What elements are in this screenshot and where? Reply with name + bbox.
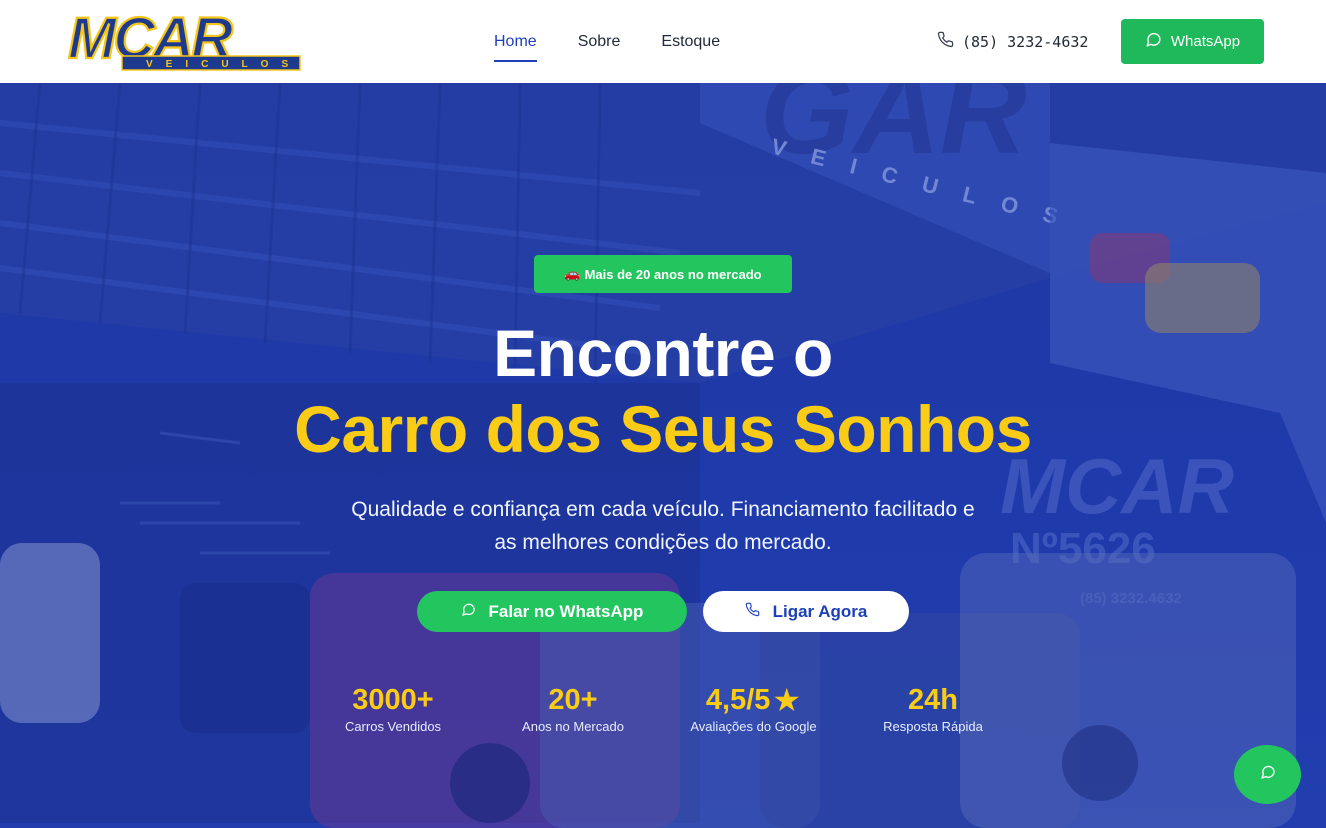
stat-label: Carros Vendidos (344, 719, 442, 734)
stat-value-row: 4,5/5 ★ (676, 683, 831, 717)
site-header: MCAR VEICULOS Home Sobre Estoque (85) 32… (0, 0, 1326, 83)
hero-subtitle: Qualidade e confiança em cada veículo. F… (263, 493, 1063, 559)
hero-title-line1: Encontre o (493, 316, 833, 390)
header-whatsapp-button[interactable]: WhatsApp (1121, 19, 1264, 64)
nav-estoque[interactable]: Estoque (661, 0, 720, 83)
stat-google-rating: 4,5/5 ★ Avaliações do Google (676, 683, 831, 734)
chat-bubble-icon (1145, 31, 1162, 52)
hero-subtitle-line2: as melhores condições do mercado. (494, 531, 832, 554)
hero-subtitle-line1: Qualidade e confiança em cada veículo. F… (351, 498, 975, 521)
nav-sobre[interactable]: Sobre (578, 0, 621, 83)
call-now-button[interactable]: Ligar Agora (703, 591, 909, 632)
talk-whatsapp-button[interactable]: Falar no WhatsApp (417, 591, 687, 632)
header-phone[interactable]: (85) 3232-4632 (937, 0, 1088, 83)
chat-bubble-icon (461, 602, 476, 622)
experience-badge: 🚗 Mais de 20 anos no mercado (534, 255, 792, 293)
main-nav: Home Sobre Estoque (494, 0, 720, 83)
floating-whatsapp-button[interactable] (1234, 745, 1301, 804)
stat-value: 3000+ (352, 684, 434, 716)
hero-title-line2: Carro dos Seus Sonhos (294, 392, 1032, 466)
stat-cars-sold: 3000+ Carros Vendidos (330, 683, 456, 734)
chat-bubble-icon (1260, 764, 1276, 785)
mcar-logo[interactable]: MCAR VEICULOS (64, 5, 304, 74)
experience-badge-text: Mais de 20 anos no mercado (584, 266, 762, 282)
phone-icon (937, 31, 954, 52)
car-icon: 🚗 (564, 266, 581, 281)
stat-response-time: 24h Resposta Rápida (870, 683, 996, 734)
stat-value: 4,5/5 (705, 684, 771, 716)
stat-label: Avaliações do Google (690, 719, 817, 734)
hero-section: GAR VEICULOS MCAR Nº5626 (85) 3232.4632 … (0, 83, 1326, 828)
star-icon: ★ (772, 682, 802, 718)
header-phone-number: (85) 3232-4632 (962, 32, 1089, 51)
stat-value: 24h (908, 684, 958, 716)
phone-icon (745, 602, 760, 622)
header-whatsapp-label: WhatsApp (1170, 33, 1241, 50)
stat-label: Anos no Mercado (522, 719, 624, 734)
svg-text:VEICULOS: VEICULOS (146, 59, 301, 70)
stat-years: 20+ Anos no Mercado (508, 683, 638, 734)
nav-home[interactable]: Home (494, 0, 537, 83)
stat-label: Resposta Rápida (883, 719, 983, 734)
stat-value: 20+ (548, 684, 598, 716)
talk-whatsapp-label: Falar no WhatsApp (488, 601, 644, 621)
call-now-label: Ligar Agora (772, 601, 868, 621)
